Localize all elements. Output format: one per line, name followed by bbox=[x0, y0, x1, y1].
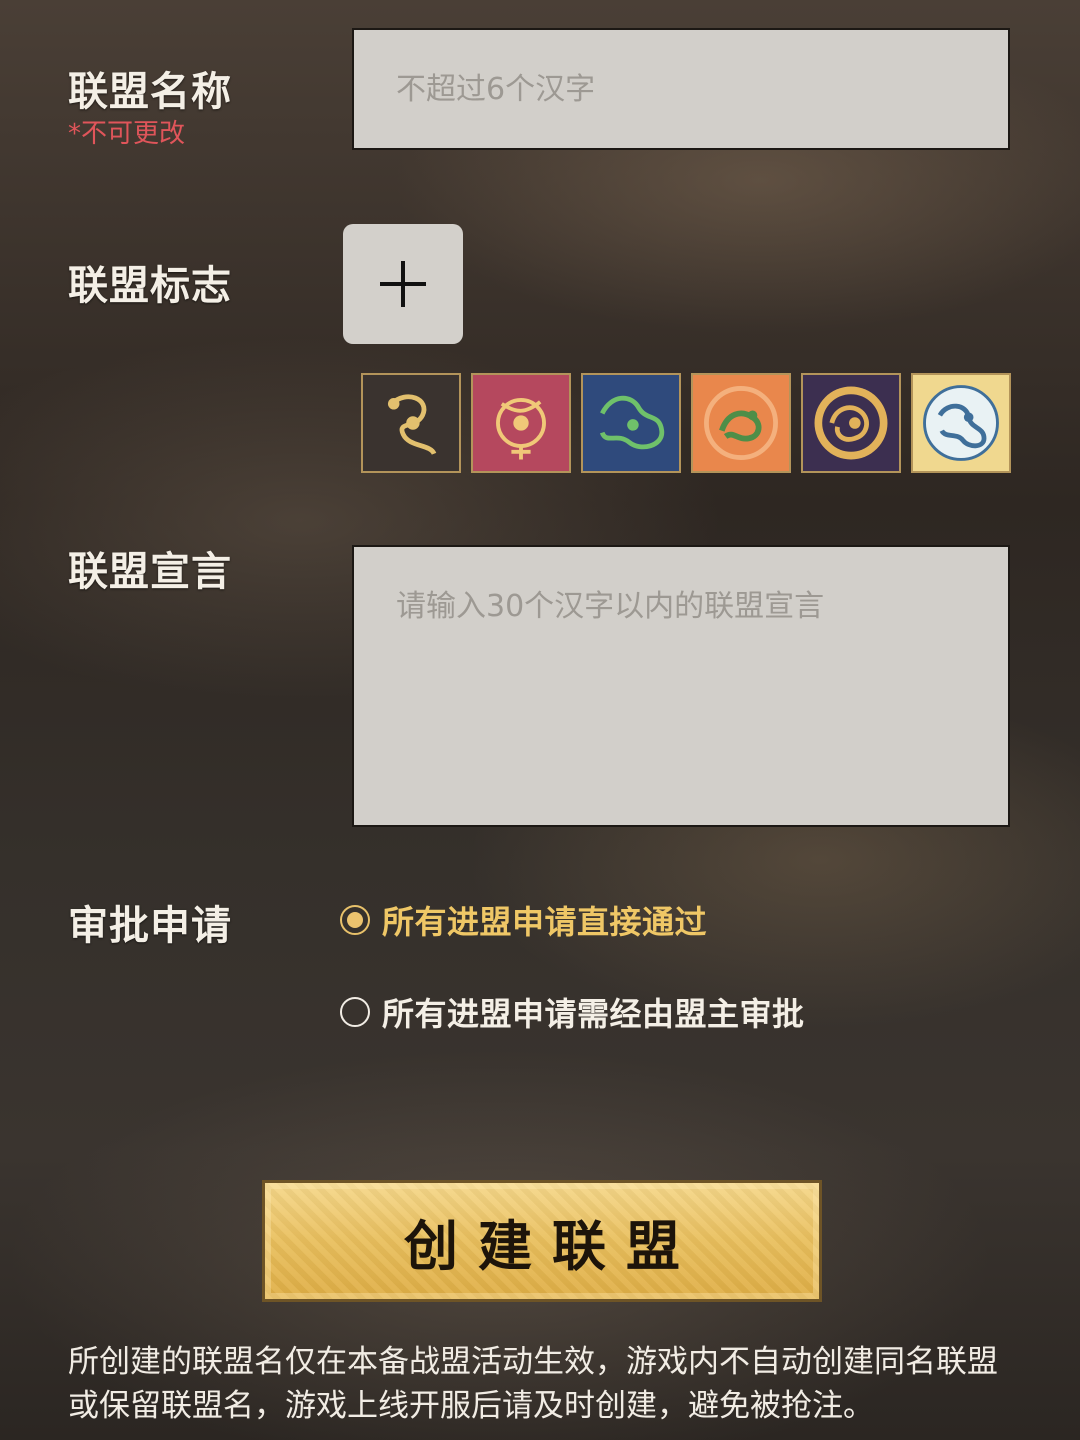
add-logo-button[interactable] bbox=[343, 224, 463, 344]
radio-checked-icon[interactable] bbox=[340, 905, 370, 935]
emblem-option-serpent[interactable] bbox=[911, 373, 1011, 473]
approval-label: 审批申请 bbox=[68, 903, 232, 949]
alliance-name-note: *不可更改 bbox=[68, 119, 186, 149]
emblem-option-tiger[interactable] bbox=[581, 373, 681, 473]
tiger-emblem-icon bbox=[583, 375, 679, 471]
emblem-option-dragon[interactable] bbox=[361, 373, 461, 473]
radio-unchecked-icon[interactable] bbox=[340, 997, 370, 1027]
qilin-emblem-icon bbox=[693, 375, 789, 471]
alliance-logo-label: 联盟标志 bbox=[68, 263, 232, 309]
emblem-list bbox=[361, 373, 1021, 473]
alliance-manifesto-label: 联盟宣言 bbox=[68, 549, 232, 595]
dragon-emblem-icon bbox=[363, 375, 459, 471]
tortoise-emblem-icon bbox=[803, 375, 899, 471]
create-alliance-button[interactable]: 创建联盟 bbox=[262, 1180, 822, 1302]
create-alliance-button-label: 创建联盟 bbox=[404, 1213, 700, 1278]
radio-option-label: 所有进盟申请直接通过 bbox=[382, 903, 708, 941]
radio-option-auto-approve[interactable]: 所有进盟申请直接通过 bbox=[340, 900, 708, 941]
radio-option-leader-review[interactable]: 所有进盟申请需经由盟主审批 bbox=[340, 992, 805, 1033]
alliance-name-label: 联盟名称 bbox=[68, 69, 232, 115]
footer-note: 所创建的联盟名仅在本备战盟活动生效，游戏内不自动创建同名联盟或保留联盟名，游戏上… bbox=[68, 1344, 998, 1424]
alliance-name-input[interactable] bbox=[352, 28, 1010, 150]
phoenix-emblem-icon bbox=[473, 375, 569, 471]
serpent-emblem-icon bbox=[913, 375, 1009, 471]
plus-icon bbox=[380, 261, 426, 307]
alliance-manifesto-input[interactable] bbox=[352, 545, 1010, 827]
emblem-option-tortoise[interactable] bbox=[801, 373, 901, 473]
emblem-option-qilin[interactable] bbox=[691, 373, 791, 473]
radio-option-label: 所有进盟申请需经由盟主审批 bbox=[382, 995, 805, 1033]
emblem-option-phoenix[interactable] bbox=[471, 373, 571, 473]
